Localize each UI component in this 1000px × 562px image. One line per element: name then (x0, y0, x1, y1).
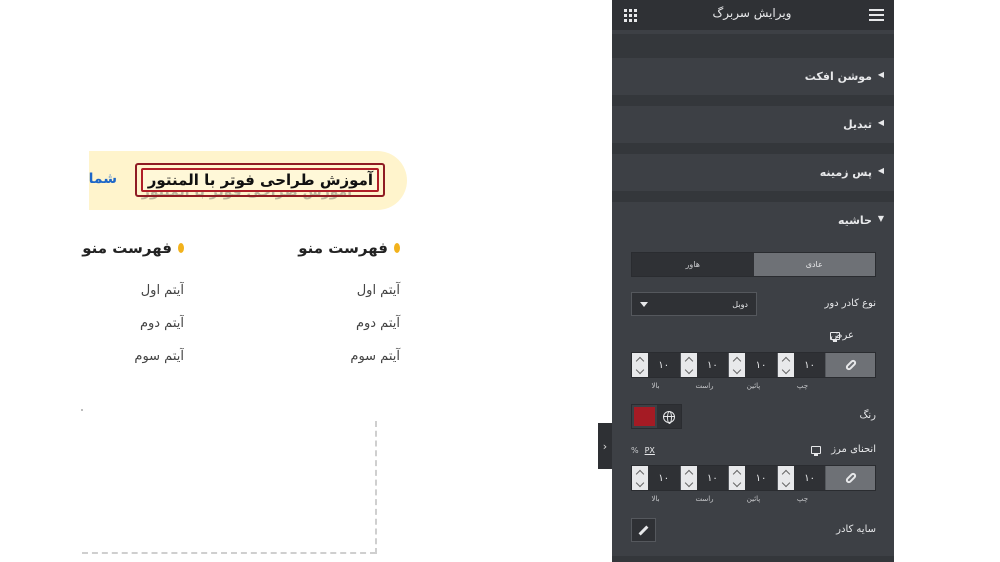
editor-canvas[interactable]: شماره آموزش طراحی فوتر با المنتور آموزش … (0, 0, 598, 562)
phone-link[interactable]: شماره (89, 171, 117, 187)
menu-column-2: فهرست منو آیتم اول آیتم دوم آیتم سوم (60, 236, 184, 373)
caret-left-icon: ◀ (877, 70, 884, 79)
border-type-select[interactable]: دوبل (631, 292, 757, 316)
section-label: موشن افکت (804, 70, 872, 83)
border-radius-control: ۱۰ ۱۰ ۱۰ ۱۰ (631, 465, 876, 491)
tab-normal[interactable]: عادی (753, 253, 875, 276)
stepper-icon[interactable] (632, 353, 648, 377)
stepper-icon[interactable] (632, 466, 648, 490)
menu-heading-label: فهرست منو (82, 239, 172, 257)
color-swatch[interactable] (632, 405, 657, 428)
stepper-icon[interactable] (777, 466, 794, 490)
border-width-control: ۱۰ ۱۰ ۱۰ ۱۰ (631, 352, 876, 378)
side-label-top: بالا (651, 495, 660, 503)
border-type-value: دوبل (732, 299, 748, 309)
color-label: رنگ (859, 410, 876, 421)
radius-top-input[interactable]: ۱۰ (632, 466, 681, 490)
caret-down-icon: ▼ (877, 214, 884, 223)
link-values-button[interactable] (826, 466, 876, 490)
tab-hover[interactable]: هاور (632, 253, 754, 276)
section-transform[interactable]: ◀ تبدیل (612, 106, 894, 143)
editor-panel: ویرایش سربرگ ◀ موشن افکت ◀ تبدیل ◀ پس زم… (612, 0, 894, 562)
placeholder-dot (81, 409, 83, 411)
panel-title: ویرایش سربرگ (712, 6, 792, 20)
radius-side-labels: بالا راست پائین چپ (631, 495, 827, 503)
grid-icon[interactable] (624, 9, 637, 22)
color-picker[interactable] (631, 404, 682, 429)
section-divider (612, 143, 894, 154)
caret-left-icon: ◀ (877, 118, 884, 127)
unit-px[interactable]: PX (645, 446, 655, 455)
menu-heading: فهرست منو (262, 236, 400, 260)
link-icon (844, 358, 858, 372)
unit-switcher: % PX (631, 446, 655, 455)
menu-item[interactable]: آیتم سوم (60, 340, 184, 373)
border-type-label: نوع کادر دور (824, 298, 876, 309)
side-label-left: چپ (796, 495, 809, 503)
side-label-bottom: پائین (746, 382, 761, 390)
section-divider (612, 191, 894, 202)
bullet-icon (394, 243, 400, 253)
width-left-input[interactable]: ۱۰ (777, 353, 827, 377)
globe-icon (663, 410, 675, 424)
chevron-right-icon: › (602, 439, 608, 453)
section-motion-effects[interactable]: ◀ موشن افکت (612, 58, 894, 95)
unit-percent[interactable]: % (631, 446, 639, 455)
menu-column-1: فهرست منو آیتم اول آیتم دوم آیتم سوم (262, 236, 400, 373)
desktop-icon[interactable] (830, 332, 840, 342)
side-label-top: بالا (651, 382, 660, 390)
section-border[interactable]: ▼ حاشیه (612, 202, 894, 239)
desktop-icon[interactable] (811, 446, 821, 456)
section-label: حاشیه (837, 214, 872, 227)
menu-item[interactable]: آیتم اول (262, 274, 400, 307)
width-side-labels: بالا راست پائین چپ (631, 382, 827, 390)
box-shadow-label: سایه کادر (836, 524, 876, 535)
radius-right-input[interactable]: ۱۰ (680, 466, 730, 490)
state-tabs: هاور عادی (631, 252, 876, 277)
section-divider (612, 34, 894, 58)
width-right-input[interactable]: ۱۰ (680, 353, 730, 377)
stepper-icon[interactable] (680, 353, 697, 377)
side-label-right: راست (695, 382, 714, 390)
bullet-icon (178, 243, 184, 253)
box-shadow-edit-button[interactable] (631, 518, 656, 542)
stepper-icon[interactable] (777, 353, 794, 377)
menu-heading-label: فهرست منو (298, 239, 388, 257)
stepper-icon[interactable] (680, 466, 697, 490)
side-label-left: چپ (796, 382, 809, 390)
pencil-icon (638, 525, 649, 535)
menu-item[interactable]: آیتم سوم (262, 340, 400, 373)
radius-label: انحنای مرز (831, 444, 876, 455)
global-colors-button[interactable] (657, 405, 681, 428)
menu-item[interactable]: آیتم دوم (60, 307, 184, 340)
caret-left-icon: ◀ (877, 166, 884, 175)
menu-heading: فهرست منو (60, 236, 184, 260)
collapse-panel-button[interactable]: › (598, 423, 612, 469)
link-icon (844, 471, 858, 485)
empty-column-border-bottom (82, 552, 376, 554)
hamburger-icon[interactable] (869, 9, 884, 21)
empty-column-border (375, 421, 377, 554)
panel-header: ویرایش سربرگ (612, 0, 894, 30)
section-divider (612, 556, 894, 562)
section-background[interactable]: ◀ پس زمینه (612, 154, 894, 191)
link-values-button[interactable] (826, 353, 876, 377)
chevron-down-icon (640, 301, 648, 307)
section-label: پس زمینه (819, 166, 872, 179)
width-top-input[interactable]: ۱۰ (632, 353, 681, 377)
width-bottom-input[interactable]: ۱۰ (729, 353, 778, 377)
stepper-icon[interactable] (729, 466, 746, 490)
menu-item[interactable]: آیتم اول (60, 274, 184, 307)
section-divider (612, 95, 894, 106)
section-label: تبدیل (843, 118, 872, 131)
side-label-bottom: پائین (746, 495, 761, 503)
menu-item[interactable]: آیتم دوم (262, 307, 400, 340)
side-label-right: راست (695, 495, 714, 503)
headline-text[interactable]: آموزش طراحی فوتر با المنتور (141, 168, 377, 192)
radius-bottom-input[interactable]: ۱۰ (729, 466, 778, 490)
stepper-icon[interactable] (729, 353, 746, 377)
radius-left-input[interactable]: ۱۰ (777, 466, 827, 490)
